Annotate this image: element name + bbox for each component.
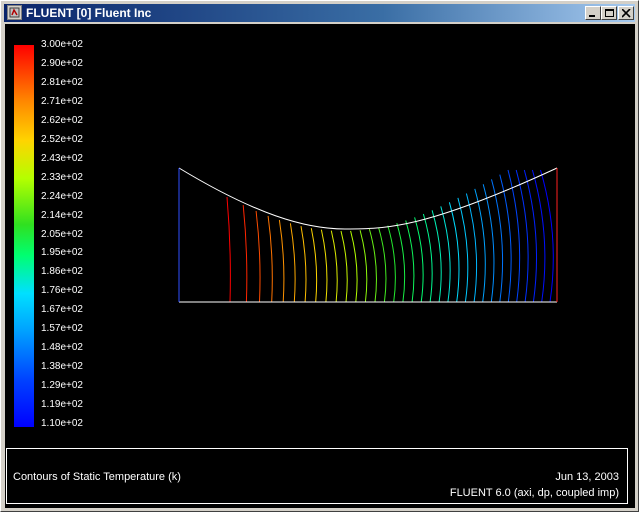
contour-line <box>515 169 529 303</box>
graphics-canvas[interactable]: 3.00e+02 2.90e+02 2.81e+02 2.71e+02 2.62e+02… <box>5 24 635 508</box>
contour-line <box>414 217 424 303</box>
contour-line <box>465 193 478 303</box>
maximize-button[interactable] <box>601 6 617 20</box>
contour-plot[interactable] <box>5 24 635 446</box>
close-button[interactable] <box>618 6 634 20</box>
contour-line <box>531 169 546 303</box>
title-bar[interactable]: FLUENT [0] Fluent Inc <box>4 4 635 22</box>
contour-line <box>320 229 328 303</box>
contour-line <box>267 215 273 303</box>
contour-line <box>226 196 231 303</box>
contour-line <box>457 197 469 303</box>
caption-version: FLUENT 6.0 (axi, dp, coupled imp) <box>449 487 619 499</box>
contour-line <box>310 228 318 303</box>
contour-line <box>422 213 433 303</box>
contour-line <box>359 230 368 303</box>
fluent-app-icon[interactable] <box>7 5 22 20</box>
contour-line <box>507 169 521 303</box>
minimize-icon <box>589 15 595 17</box>
close-icon <box>622 9 631 18</box>
contour-line <box>378 227 387 303</box>
contour-line <box>431 210 442 303</box>
contour-line <box>440 206 451 303</box>
contour-line <box>405 220 415 303</box>
contour-line <box>396 223 406 303</box>
contour-line <box>448 202 460 303</box>
contour-line <box>523 169 538 303</box>
contour-lines <box>226 169 554 303</box>
window-title: FLUENT [0] Fluent Inc <box>26 6 152 20</box>
plot-caption: Contours of Static Temperature (k) Jun 1… <box>6 448 628 504</box>
app-window: FLUENT [0] Fluent Inc 3.00e+02 2.90e+02 2.… <box>0 0 639 512</box>
contour-line <box>350 230 358 303</box>
contour-line <box>330 230 338 303</box>
contour-line <box>368 228 377 303</box>
graphics-area: 3.00e+02 2.90e+02 2.81e+02 2.71e+02 2.62e+02… <box>5 24 635 446</box>
caption-date: Jun 13, 2003 <box>555 471 619 483</box>
contour-line <box>387 225 396 303</box>
minimize-button[interactable] <box>585 6 601 20</box>
caption-title: Contours of Static Temperature (k) <box>13 471 181 483</box>
contour-line <box>278 219 285 303</box>
contour-line <box>242 205 248 303</box>
contour-line <box>300 226 307 303</box>
maximize-icon <box>605 9 614 17</box>
contour-line <box>255 210 261 303</box>
contour-line <box>289 223 296 303</box>
contour-line <box>540 169 554 303</box>
contour-line <box>340 230 348 303</box>
